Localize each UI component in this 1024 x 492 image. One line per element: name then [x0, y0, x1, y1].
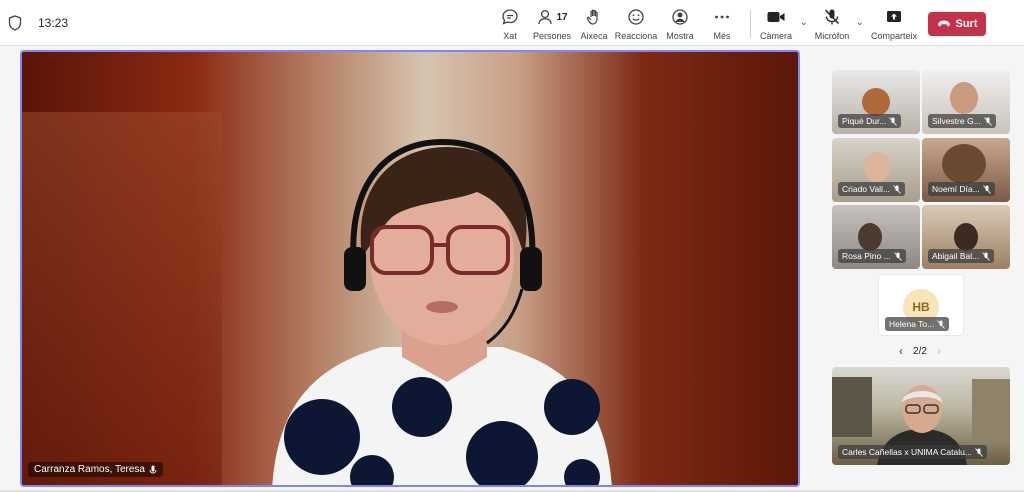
- mic-off-icon: [893, 251, 902, 261]
- phone-icon: [937, 20, 950, 27]
- previous-page-chevron-left-icon[interactable]: ‹: [899, 344, 903, 358]
- mic-icon: [149, 465, 157, 473]
- participant-label: Piqué Dur...: [838, 114, 902, 128]
- next-page-chevron-right-icon[interactable]: ›: [937, 344, 941, 358]
- view-icon: [672, 9, 688, 25]
- mic-off-icon: [889, 116, 898, 126]
- hand-icon: [586, 9, 598, 25]
- leave-label: Surt: [955, 18, 978, 30]
- view-label: Mostra: [666, 31, 694, 41]
- mic-off-icon: [893, 184, 901, 194]
- participant-label: Noemí Día...: [928, 182, 995, 196]
- participant-name: Abigail Bal...: [932, 251, 980, 261]
- share-icon: [887, 11, 901, 22]
- chat-icon: [502, 9, 518, 25]
- participant-name: Noemí Día...: [932, 184, 980, 194]
- participant-name: Rosa Pino ...: [842, 251, 891, 261]
- participant-video: [950, 82, 978, 114]
- page-indicator: 2/2: [913, 345, 927, 357]
- more-icon: [715, 15, 729, 19]
- participant-tile[interactable]: Rosa Pino ...: [832, 205, 920, 269]
- speaker-name: Carranza Ramos, Teresa: [34, 464, 145, 475]
- participant-video: [942, 144, 986, 184]
- mic-options-chevron-down-icon[interactable]: ⌄: [856, 17, 864, 28]
- people-icon: [538, 9, 553, 25]
- mic-off-icon: [975, 447, 983, 457]
- smiley-icon: [628, 9, 644, 25]
- participant-video: [858, 223, 882, 251]
- participant-name: Criado Vall...: [842, 184, 891, 194]
- participant-name: Carles Cañellas x UNIMA Catalu...: [842, 447, 972, 457]
- participant-label: Abigail Bal...: [928, 249, 995, 263]
- participant-tile[interactable]: Silvestre G...: [922, 70, 1010, 134]
- leave-button[interactable]: Surt: [928, 12, 986, 36]
- participant-tile-large[interactable]: Carles Cañellas x UNIMA Catalu...: [832, 367, 1010, 465]
- meeting-toolbar: 13:23 Xat 17 Persones Aixeca Reacciona M…: [0, 0, 1024, 46]
- participant-tile[interactable]: Noemí Día...: [922, 138, 1010, 202]
- meeting-time: 13:23: [38, 16, 69, 30]
- more-button[interactable]: Més: [696, 6, 748, 41]
- mic-off-icon: [982, 184, 991, 194]
- participant-label: Carles Cañellas x UNIMA Catalu...: [838, 445, 987, 459]
- people-label: Persones: [532, 31, 572, 41]
- participant-tile[interactable]: Piqué Dur...: [832, 70, 920, 134]
- share-label: Comparteix: [870, 31, 917, 41]
- more-label: Més: [713, 31, 731, 41]
- mic-off-icon: [983, 116, 992, 126]
- mic-off-icon: [824, 9, 840, 25]
- participant-video: [864, 152, 890, 182]
- avatar-participant-tile[interactable]: HB Helena To...: [878, 274, 964, 336]
- share-button[interactable]: Comparteix: [868, 6, 920, 41]
- mic-off-icon: [982, 251, 991, 261]
- participant-label: Rosa Pino ...: [838, 249, 906, 263]
- speaker-video: [272, 138, 612, 485]
- camera-icon: [767, 12, 785, 22]
- participant-name: Silvestre G...: [932, 116, 981, 126]
- participant-video: [862, 88, 890, 116]
- mic-label: Micròfon: [814, 31, 850, 41]
- participant-name: Helena To...: [889, 319, 935, 329]
- main-video-stage[interactable]: Carranza Ramos, Teresa: [20, 50, 800, 487]
- speaker-name-label: Carranza Ramos, Teresa: [28, 462, 163, 477]
- camera-label: Càmera: [759, 31, 792, 41]
- camera-button[interactable]: Càmera: [750, 6, 802, 41]
- participant-label: Silvestre G...: [928, 114, 996, 128]
- participant-label: Criado Vall...: [838, 182, 906, 196]
- gallery-pager: ‹ 2/2 ›: [890, 344, 950, 358]
- participant-name: Piqué Dur...: [842, 116, 887, 126]
- react-label: Reacciona: [614, 31, 658, 41]
- shield-icon[interactable]: [8, 15, 22, 31]
- background-shelf: [22, 112, 222, 485]
- mic-off-icon: [937, 319, 946, 329]
- participant-tile[interactable]: Abigail Bal...: [922, 205, 1010, 269]
- raise-hand-label: Aixeca: [580, 31, 608, 41]
- mic-button[interactable]: Micròfon: [806, 6, 858, 41]
- participant-label: Helena To...: [885, 317, 950, 331]
- participant-tile[interactable]: Criado Vall...: [832, 138, 920, 202]
- participant-video: [954, 223, 978, 251]
- chat-label: Xat: [503, 31, 517, 41]
- toolbar-left: 13:23: [8, 15, 68, 31]
- people-count: 17: [556, 11, 568, 23]
